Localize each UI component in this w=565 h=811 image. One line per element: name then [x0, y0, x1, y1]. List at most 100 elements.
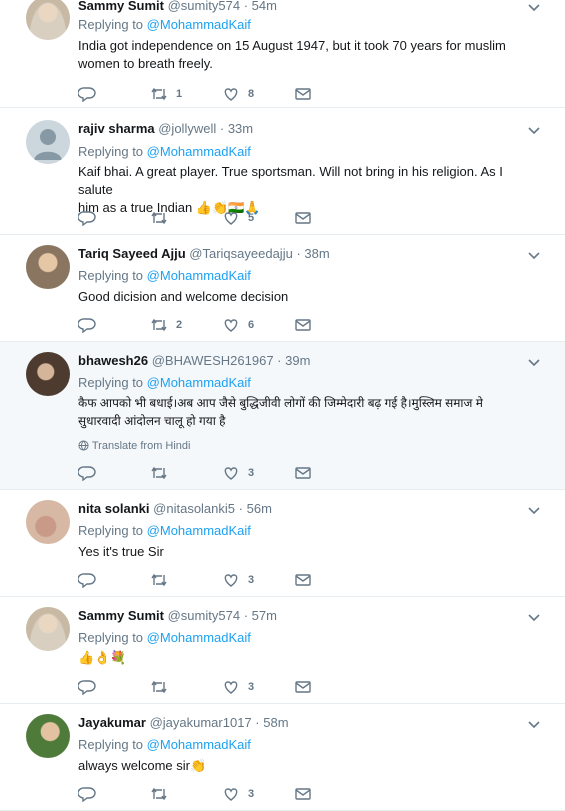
timestamp[interactable]: 39m	[285, 353, 310, 368]
tweet[interactable]: bhawesh26 @BHAWESH261967 · 39m Replying …	[0, 342, 565, 490]
chevron-down-icon[interactable]	[527, 125, 541, 135]
like-button[interactable]: 3	[222, 570, 254, 590]
display-name[interactable]: Sammy Sumit	[78, 0, 164, 13]
display-name[interactable]: Jayakumar	[78, 715, 146, 730]
user-handle[interactable]: @BHAWESH261967	[152, 353, 274, 368]
translate-link[interactable]: Translate from Hindi	[78, 440, 190, 452]
message-button[interactable]	[294, 463, 312, 483]
avatar[interactable]	[26, 714, 70, 758]
reply-button[interactable]	[78, 315, 96, 335]
avatar[interactable]	[26, 120, 70, 164]
display-name[interactable]: Tariq Sayeed Ajju	[78, 246, 186, 261]
display-name[interactable]: rajiv sharma	[78, 121, 155, 136]
reply-button[interactable]	[78, 570, 96, 590]
mention-link[interactable]: @MohammadKaif	[147, 268, 251, 283]
replying-to: Replying to @MohammadKaif	[78, 144, 251, 159]
display-name[interactable]: nita solanki	[78, 501, 150, 516]
retweet-button[interactable]	[150, 208, 176, 228]
message-button[interactable]	[294, 84, 312, 104]
chevron-down-icon[interactable]	[527, 612, 541, 622]
like-count: 5	[248, 212, 255, 224]
retweet-button[interactable]	[150, 677, 176, 697]
display-name[interactable]: bhawesh26	[78, 353, 148, 368]
reply-button[interactable]	[78, 784, 96, 804]
mention-link[interactable]: @MohammadKaif	[147, 737, 251, 752]
timestamp[interactable]: 56m	[247, 501, 272, 516]
avatar[interactable]	[26, 607, 70, 651]
like-count: 6	[248, 319, 255, 331]
avatar[interactable]	[26, 500, 70, 544]
like-button[interactable]: 3	[222, 784, 254, 804]
chevron-down-icon[interactable]	[527, 357, 541, 367]
user-handle[interactable]: @sumity574	[168, 0, 240, 13]
tweet[interactable]: Tariq Sayeed Ajju @Tariqsayeedajju · 38m…	[0, 235, 565, 342]
user-handle[interactable]: @jayakumar1017	[150, 715, 252, 730]
direct-message-icon	[295, 574, 311, 586]
tweet[interactable]: Sammy Sumit @sumity574 · 54m Replying to…	[0, 0, 565, 108]
timestamp[interactable]: 38m	[304, 246, 329, 261]
tweet[interactable]: nita solanki @nitasolanki5 · 56m Replyin…	[0, 490, 565, 597]
avatar[interactable]	[26, 245, 70, 289]
tweet-text: Good dicision and welcome decision	[78, 288, 538, 306]
replying-prefix: Replying to	[78, 375, 144, 390]
like-button[interactable]: 8	[222, 84, 254, 104]
mention-link[interactable]: @MohammadKaif	[147, 144, 251, 159]
like-button[interactable]: 5	[222, 208, 254, 228]
avatar[interactable]	[26, 352, 70, 396]
mention-link[interactable]: @MohammadKaif	[147, 523, 251, 538]
retweet-button[interactable]	[150, 784, 176, 804]
chevron-down-icon[interactable]	[527, 719, 541, 729]
display-name[interactable]: Sammy Sumit	[78, 608, 164, 623]
replying-prefix: Replying to	[78, 268, 144, 283]
tweet-header: bhawesh26 @BHAWESH261967 · 39m	[78, 353, 310, 368]
retweet-icon	[151, 87, 167, 101]
direct-message-icon	[295, 788, 311, 800]
timestamp[interactable]: 33m	[228, 121, 253, 136]
like-icon	[224, 212, 238, 225]
tweet-header: Sammy Sumit @sumity574 · 57m	[78, 608, 277, 623]
message-button[interactable]	[294, 677, 312, 697]
reply-icon	[78, 318, 96, 333]
like-button[interactable]: 3	[222, 677, 254, 697]
tweet-actions: 3	[78, 677, 318, 697]
reply-button[interactable]	[78, 84, 96, 104]
mention-link[interactable]: @MohammadKaif	[147, 375, 251, 390]
chevron-down-icon[interactable]	[527, 2, 541, 12]
like-icon	[224, 467, 238, 480]
message-button[interactable]	[294, 315, 312, 335]
message-button[interactable]	[294, 570, 312, 590]
timestamp[interactable]: 54m	[252, 0, 277, 13]
mention-link[interactable]: @MohammadKaif	[147, 17, 251, 32]
message-button[interactable]	[294, 784, 312, 804]
user-handle[interactable]: @sumity574	[168, 608, 240, 623]
reply-button[interactable]	[78, 463, 96, 483]
tweet[interactable]: Jayakumar @jayakumar1017 · 58m Replying …	[0, 704, 565, 811]
direct-message-icon	[295, 88, 311, 100]
replying-to: Replying to @MohammadKaif	[78, 268, 251, 283]
timestamp[interactable]: 57m	[252, 608, 277, 623]
reply-button[interactable]	[78, 208, 96, 228]
chevron-down-icon[interactable]	[527, 250, 541, 260]
tweet-actions: 3	[78, 570, 318, 590]
avatar[interactable]	[26, 0, 70, 40]
tweet[interactable]: Sammy Sumit @sumity574 · 57m Replying to…	[0, 597, 565, 704]
user-handle[interactable]: @jollywell	[158, 121, 216, 136]
mention-link[interactable]: @MohammadKaif	[147, 630, 251, 645]
like-button[interactable]: 3	[222, 463, 254, 483]
tweet-header: nita solanki @nitasolanki5 · 56m	[78, 501, 272, 516]
replying-prefix: Replying to	[78, 17, 144, 32]
retweet-button[interactable]	[150, 570, 176, 590]
tweet[interactable]: rajiv sharma @jollywell · 33m Replying t…	[0, 108, 565, 235]
retweet-button[interactable]	[150, 463, 176, 483]
like-button[interactable]: 6	[222, 315, 254, 335]
tweet-text: always welcome sir👏	[78, 757, 538, 776]
reply-button[interactable]	[78, 677, 96, 697]
user-handle[interactable]: @Tariqsayeedajju	[189, 246, 293, 261]
user-handle[interactable]: @nitasolanki5	[153, 501, 235, 516]
retweet-button[interactable]: 2	[150, 315, 182, 335]
tweet-text-line: India got independence on 15 August 1947…	[78, 38, 506, 53]
chevron-down-icon[interactable]	[527, 505, 541, 515]
message-button[interactable]	[294, 208, 312, 228]
timestamp[interactable]: 58m	[263, 715, 288, 730]
retweet-button[interactable]: 1	[150, 84, 182, 104]
